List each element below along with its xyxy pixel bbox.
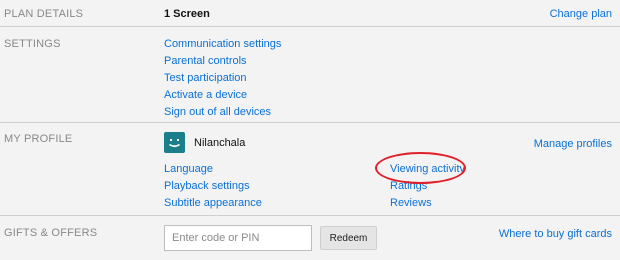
subtitle-appearance-link[interactable]: Subtitle appearance [164, 197, 262, 209]
my-profile-heading: MY PROFILE [4, 133, 73, 145]
plan-details-section: PLAN DETAILS 1 Screen Change plan [0, 0, 620, 27]
profile-name: Nilanchala [194, 137, 246, 149]
avatar [164, 132, 185, 153]
manage-profiles-link[interactable]: Manage profiles [534, 138, 612, 150]
smiley-face-icon [169, 139, 180, 148]
profile-links-right: Viewing activity Ratings Reviews [390, 162, 465, 213]
communication-settings-link[interactable]: Communication settings [164, 38, 281, 50]
ratings-link[interactable]: Ratings [390, 180, 427, 192]
viewing-activity-link[interactable]: Viewing activity [390, 163, 465, 175]
change-plan-link[interactable]: Change plan [550, 8, 612, 20]
buy-gift-cards-link[interactable]: Where to buy gift cards [499, 228, 612, 240]
profile-links-left: Language Playback settings Subtitle appe… [164, 162, 262, 213]
gifts-offers-section: GIFTS & OFFERS Redeem Where to buy gift … [0, 216, 620, 260]
reviews-link[interactable]: Reviews [390, 197, 432, 209]
gift-code-input[interactable] [164, 225, 312, 251]
language-link[interactable]: Language [164, 163, 213, 175]
redeem-button[interactable]: Redeem [320, 226, 377, 250]
playback-settings-link[interactable]: Playback settings [164, 180, 250, 192]
parental-controls-link[interactable]: Parental controls [164, 55, 247, 67]
gifts-offers-heading: GIFTS & OFFERS [4, 227, 98, 239]
test-participation-link[interactable]: Test participation [164, 72, 247, 84]
settings-section: SETTINGS Communication settings Parental… [0, 27, 620, 123]
sign-out-all-devices-link[interactable]: Sign out of all devices [164, 106, 271, 118]
settings-links: Communication settings Parental controls… [164, 37, 281, 122]
settings-heading: SETTINGS [4, 38, 61, 50]
plan-value: 1 Screen [164, 8, 210, 20]
activate-device-link[interactable]: Activate a device [164, 89, 247, 101]
plan-details-heading: PLAN DETAILS [4, 8, 84, 20]
my-profile-section: MY PROFILE Nilanchala Manage profiles La… [0, 123, 620, 216]
